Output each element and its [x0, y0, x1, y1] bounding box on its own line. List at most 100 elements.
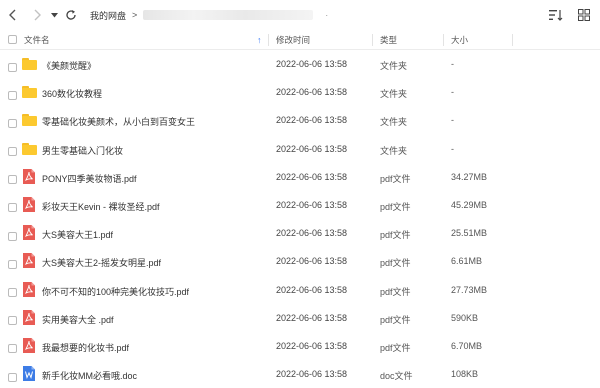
- file-row[interactable]: 大S美容大王2-摇发女明星.pdf 2022-06-06 13:58 pdf文件 6.…: [0, 247, 600, 275]
- file-type: pdf文件: [380, 286, 411, 297]
- column-header-size[interactable]: 大小: [451, 34, 468, 46]
- caret-down-icon: [50, 12, 58, 17]
- file-name[interactable]: PONY四季美妆物语.pdf: [42, 172, 137, 185]
- select-all-checkbox[interactable]: [4, 32, 20, 48]
- sort-list-icon: [549, 10, 563, 21]
- file-name[interactable]: 零基础化妆美颜术，从小白到百变女王: [42, 115, 195, 128]
- sort-options-button[interactable]: [548, 7, 564, 23]
- column-divider[interactable]: [268, 34, 269, 46]
- folder-icon: [22, 142, 37, 155]
- row-checkbox[interactable]: [4, 341, 20, 357]
- chevron-right-icon: [34, 9, 41, 21]
- pdf-file-icon: [23, 253, 35, 269]
- column-header-name[interactable]: 文件名: [24, 34, 50, 46]
- file-name[interactable]: 男生零基础入门化妆: [42, 144, 123, 157]
- row-checkbox[interactable]: [4, 115, 20, 131]
- breadcrumb-separator: >: [132, 10, 138, 20]
- file-size: 34.27MB: [451, 171, 488, 182]
- file-row[interactable]: 大S美容大王1.pdf 2022-06-06 13:58 pdf文件 25.51MB: [0, 219, 600, 247]
- file-name[interactable]: 彩妆天王Kevin - 裸妆圣经.pdf: [42, 200, 160, 213]
- file-size: 25.51MB: [451, 228, 488, 239]
- file-name[interactable]: 我最想要的化妆书.pdf: [42, 341, 129, 354]
- refresh-icon: [66, 10, 76, 20]
- pdf-file-icon: [23, 309, 35, 325]
- breadcrumb-trailing-mark: ·: [325, 10, 329, 20]
- folder-icon: [22, 114, 37, 127]
- row-checkbox[interactable]: [4, 87, 20, 103]
- file-name[interactable]: 实用美容大全 .pdf: [42, 313, 114, 326]
- file-row[interactable]: PONY四季美妆物语.pdf 2022-06-06 13:58 pdf文件 34.27…: [0, 163, 600, 191]
- breadcrumb: 我的网盘 > ·: [90, 4, 510, 26]
- pdf-file-icon: [23, 225, 35, 241]
- file-modified-time: 2022-06-06 13:58: [276, 312, 348, 323]
- file-row[interactable]: 零基础化妆美颜术，从小白到百变女王 2022-06-06 13:58 文件夹 -: [0, 106, 600, 134]
- pdf-file-icon: [23, 196, 35, 212]
- file-row[interactable]: 彩妆天王Kevin - 裸妆圣经.pdf 2022-06-06 13:58 pdf文…: [0, 191, 600, 219]
- row-checkbox[interactable]: [4, 228, 20, 244]
- file-modified-time: 2022-06-06 13:58: [276, 171, 348, 182]
- file-row[interactable]: 《美颜觉醒》 2022-06-06 13:58 文件夹 -: [0, 50, 600, 78]
- folder-icon: [22, 86, 37, 99]
- file-size: 45.29MB: [451, 199, 488, 210]
- file-modified-time: 2022-06-06 13:58: [276, 59, 348, 69]
- file-modified-time: 2022-06-06 13:58: [276, 199, 348, 210]
- file-name[interactable]: 大S美容大王2-摇发女明星.pdf: [42, 256, 161, 269]
- file-name[interactable]: 大S美容大王1.pdf: [42, 228, 113, 241]
- column-header-modified[interactable]: 修改时间: [276, 34, 310, 46]
- toolbar: 我的网盘 > ·: [0, 0, 600, 30]
- file-name[interactable]: 《美颜觉醒》: [42, 59, 96, 72]
- file-size: -: [451, 115, 454, 126]
- chevron-left-icon: [9, 9, 16, 21]
- file-size: 27.73MB: [451, 284, 488, 295]
- column-divider[interactable]: [443, 34, 444, 46]
- file-row[interactable]: 360数化妆教程 2022-06-06 13:58 文件夹 -: [0, 78, 600, 106]
- file-name[interactable]: 360数化妆教程: [42, 87, 102, 100]
- refresh-button[interactable]: [62, 4, 80, 26]
- file-row[interactable]: 男生零基础入门化妆 2022-06-06 13:58 文件夹 -: [0, 135, 600, 163]
- back-button[interactable]: [4, 4, 22, 26]
- file-modified-time: 2022-06-06 13:58: [276, 87, 348, 98]
- file-name[interactable]: 新手化妆MM必看哦.doc: [42, 369, 137, 382]
- row-checkbox[interactable]: [4, 369, 20, 385]
- column-divider[interactable]: [512, 34, 513, 46]
- file-type: 文件夹: [380, 61, 408, 71]
- file-type: pdf文件: [380, 201, 411, 212]
- row-checkbox[interactable]: [4, 59, 20, 75]
- file-size: 590KB: [451, 312, 479, 323]
- file-type: pdf文件: [380, 314, 411, 325]
- row-checkbox[interactable]: [4, 285, 20, 301]
- breadcrumb-item-root[interactable]: 我的网盘: [90, 9, 126, 22]
- file-type: pdf文件: [380, 173, 411, 184]
- row-checkbox[interactable]: [4, 172, 20, 188]
- row-checkbox[interactable]: [4, 200, 20, 216]
- file-list: 《美颜觉醒》 2022-06-06 13:58 文件夹 - 360数化妆教程 2022-0…: [0, 50, 600, 388]
- file-type: pdf文件: [380, 230, 411, 241]
- file-type: 文件夹: [380, 89, 408, 100]
- row-checkbox[interactable]: [4, 313, 20, 329]
- column-header-type[interactable]: 类型: [380, 34, 397, 46]
- pdf-file-icon: [23, 337, 35, 353]
- pdf-file-icon: [23, 281, 35, 297]
- file-name[interactable]: 你不可不知的100种完美化妆技巧.pdf: [42, 285, 189, 298]
- forward-button[interactable]: [28, 4, 46, 26]
- word-doc-icon: [23, 366, 35, 382]
- file-modified-time: 2022-06-06 13:58: [276, 143, 348, 154]
- file-row[interactable]: 我最想要的化妆书.pdf 2022-06-06 13:58 pdf文件 6.70MB: [0, 332, 600, 360]
- row-checkbox[interactable]: [4, 144, 20, 160]
- grid-view-button[interactable]: [576, 7, 592, 23]
- file-size: 6.70MB: [451, 340, 483, 351]
- file-row[interactable]: 你不可不知的100种完美化妆技巧.pdf 2022-06-06 13:58 pdf文…: [0, 276, 600, 304]
- row-checkbox[interactable]: [4, 256, 20, 272]
- folder-icon: [22, 58, 37, 70]
- file-type: doc文件: [380, 371, 413, 382]
- column-divider[interactable]: [372, 34, 373, 46]
- history-dropdown-button[interactable]: [48, 4, 60, 26]
- sort-ascending-icon[interactable]: ↑: [257, 35, 262, 45]
- file-type: pdf文件: [380, 258, 411, 269]
- breadcrumb-item-blurred[interactable]: [143, 10, 314, 20]
- file-modified-time: 2022-06-06 13:58: [276, 369, 348, 380]
- pdf-file-icon: [23, 168, 35, 184]
- file-row[interactable]: 实用美容大全 .pdf 2022-06-06 13:58 pdf文件 590KB: [0, 304, 600, 332]
- file-type: pdf文件: [380, 342, 411, 353]
- grid-view-icon: [578, 9, 590, 21]
